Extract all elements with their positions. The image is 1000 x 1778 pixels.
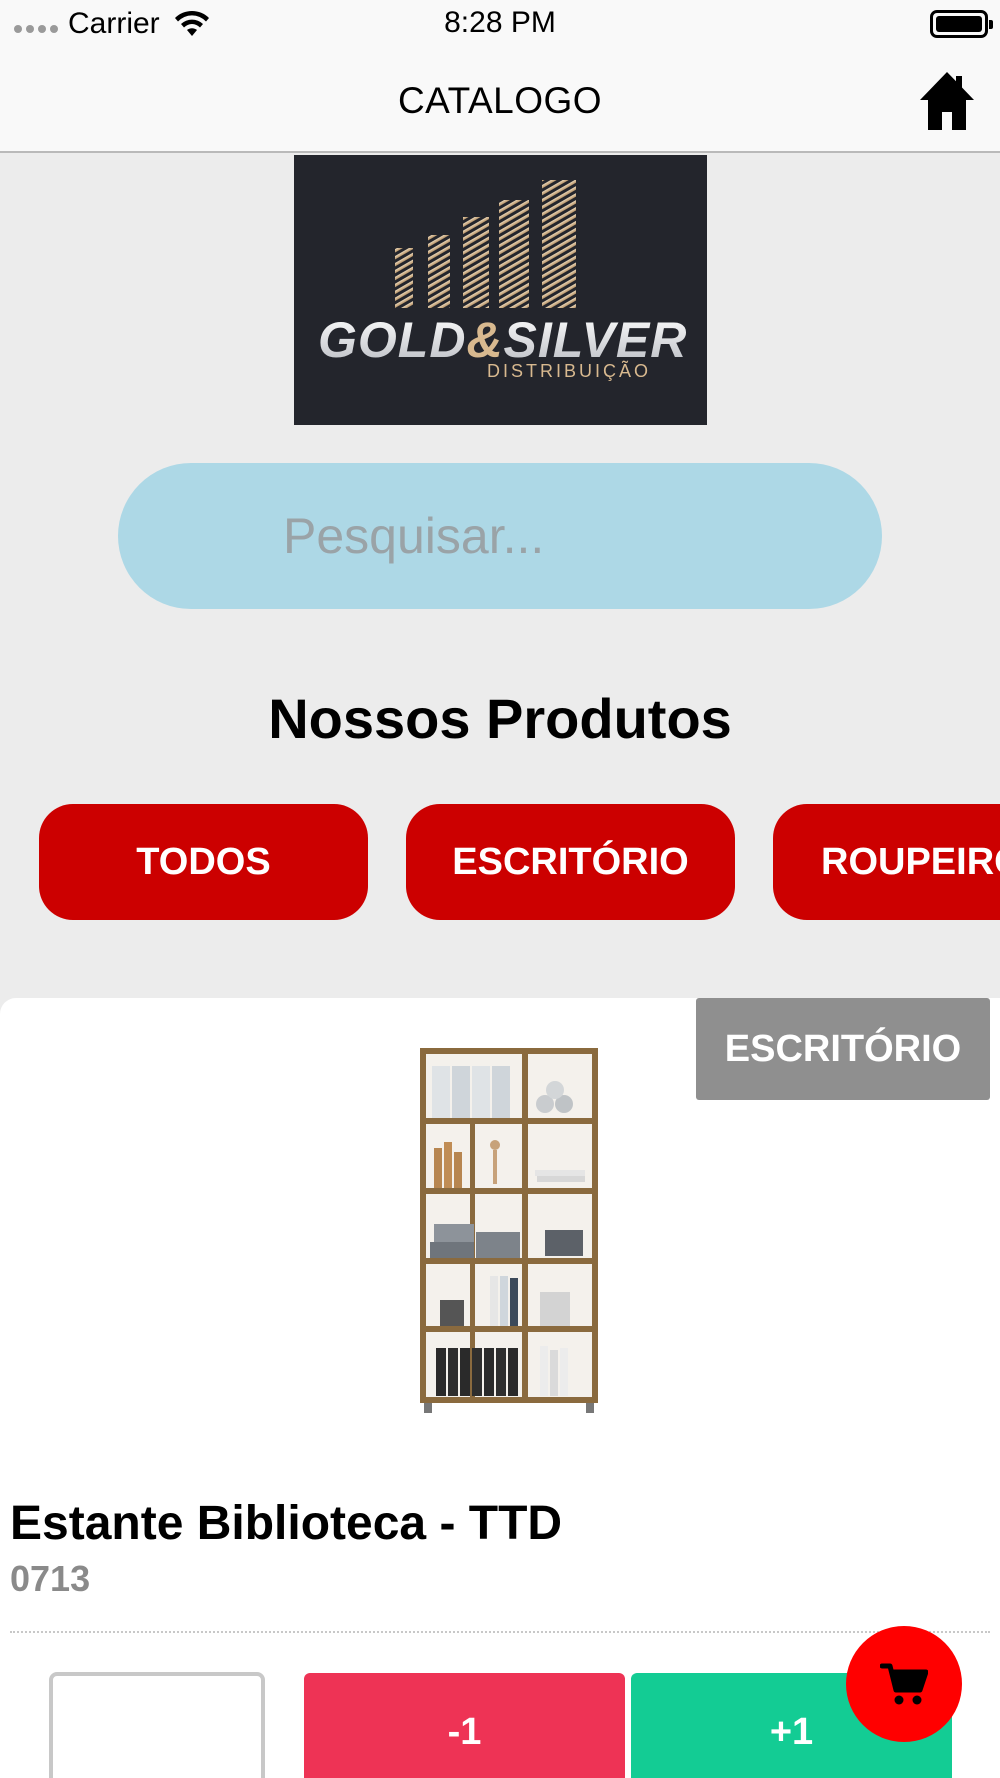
product-code: 0713 (10, 1558, 91, 1599)
category-escritorio-button[interactable]: ESCRITÓRIO (406, 804, 735, 920)
battery-icon (930, 10, 993, 38)
section-title: Nossos Produtos (268, 687, 732, 750)
brand-logo: GOLD&SILVER DISTRIBUIÇÃO (294, 155, 707, 425)
cart-icon (880, 1663, 928, 1705)
product-image[interactable] (400, 1030, 630, 1420)
page-title: CATALOGO (397, 80, 603, 121)
quantity-input[interactable] (49, 1672, 265, 1778)
product-category-badge: ESCRITÓRIO (696, 998, 990, 1100)
decrement-button[interactable]: -1 (304, 1673, 625, 1778)
logo-subtitle: DISTRIBUIÇÃO (487, 360, 651, 381)
home-icon[interactable] (918, 70, 976, 132)
category-todos-button[interactable]: TODOS (39, 804, 368, 920)
status-time: 8:28 PM (444, 6, 556, 39)
cart-button[interactable] (846, 1626, 962, 1742)
logo-wordmark: GOLD&SILVER (318, 312, 687, 368)
search-input[interactable] (118, 463, 882, 609)
category-filter-bar[interactable]: TODOS ESCRITÓRIO ROUPEIRO (0, 804, 1000, 920)
navigation-bar: CATALOGO (0, 50, 1000, 153)
divider (10, 1631, 990, 1633)
product-name: Estante Biblioteca - TTD (10, 1497, 563, 1550)
status-bar: Carrier 8:28 PM (0, 0, 1000, 50)
category-roupeiro-button[interactable]: ROUPEIRO (773, 804, 1000, 920)
